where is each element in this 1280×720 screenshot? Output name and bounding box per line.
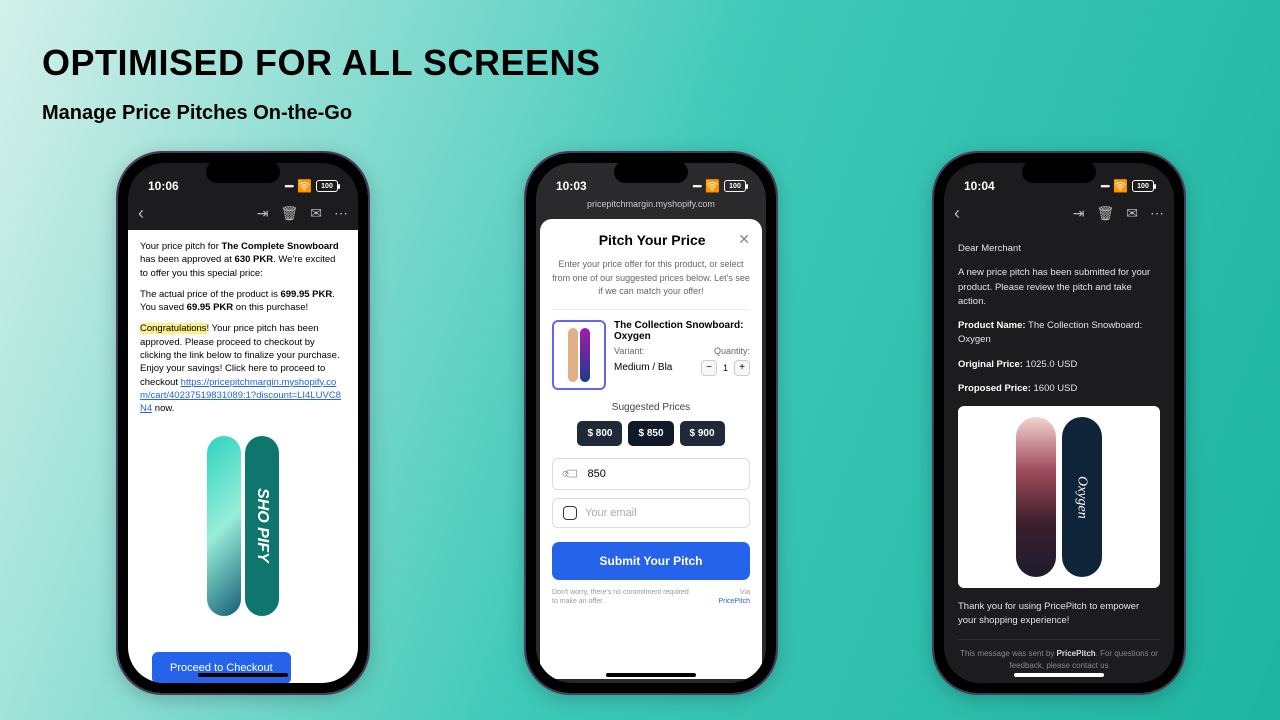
home-indicator[interactable] <box>606 673 696 677</box>
product-title: The Collection Snowboard: Oxygen <box>614 320 750 342</box>
tag-icon: 🏷 <box>560 462 583 485</box>
product-row: The Collection Snowboard: Oxygen Variant… <box>552 309 750 390</box>
snowboard-shopify: SHO PIFY <box>245 436 279 616</box>
archive-icon[interactable]: ⇥ <box>257 205 269 222</box>
phones-row: 10:06 🛜 100 ‹ ⇥ 🗑 ✉ ⋯ Y <box>0 153 1280 693</box>
email-content: Dear Merchant A new price pitch has been… <box>944 230 1174 683</box>
email-content: Your price pitch for The Complete Snowbo… <box>128 230 358 683</box>
dynamic-island <box>1022 161 1096 183</box>
page-subtitle: Manage Price Pitches On-the-Go <box>42 102 1280 125</box>
page-header: OPTIMISED FOR ALL SCREENS Manage Price P… <box>0 0 1280 125</box>
dynamic-island <box>614 161 688 183</box>
home-indicator[interactable] <box>1014 673 1104 677</box>
variant-label: Variant: <box>614 346 644 356</box>
more-icon[interactable]: ⋯ <box>334 205 348 222</box>
battery-icon: 100 <box>316 180 338 192</box>
email-line-3: Congratulations! Your price pitch has be… <box>140 322 346 415</box>
signal-icon <box>692 181 701 191</box>
greeting: Dear Merchant <box>958 242 1160 256</box>
qty-plus-button[interactable]: + <box>734 360 750 376</box>
chip-900[interactable]: $ 900 <box>680 421 725 446</box>
quantity-stepper: − 1 + <box>701 360 750 376</box>
more-icon[interactable]: ⋯ <box>1150 205 1164 222</box>
signal-icon <box>284 181 293 191</box>
back-icon[interactable]: ‹ <box>138 203 144 224</box>
trash-icon[interactable]: 🗑 <box>280 205 298 222</box>
status-time: 10:03 <box>556 179 587 193</box>
product-name-row: Product Name: The Collection Snowboard: … <box>958 319 1160 348</box>
qty-minus-button[interactable]: − <box>701 360 717 376</box>
wifi-icon: 🛜 <box>1113 179 1128 193</box>
chip-850[interactable]: $ 850 <box>628 421 673 446</box>
screen-3: 10:04 🛜 100 ‹ ⇥ 🗑 ✉ ⋯ Dear Merchant A n <box>944 163 1174 683</box>
battery-icon: 100 <box>1132 180 1154 192</box>
variant-value[interactable]: Medium / Bla <box>614 362 672 373</box>
qty-value: 1 <box>723 363 728 373</box>
thumb-board-2 <box>580 328 590 382</box>
signal-icon <box>1100 181 1109 191</box>
dynamic-island <box>206 161 280 183</box>
product-thumb[interactable] <box>552 320 606 390</box>
suggested-chips: $ 800 $ 850 $ 900 <box>552 421 750 446</box>
trash-icon[interactable]: 🗑 <box>1096 205 1114 222</box>
wifi-icon: 🛜 <box>297 179 312 193</box>
status-icons: 🛜 100 <box>692 179 746 193</box>
thumb-board-1 <box>568 328 578 382</box>
mail-toolbar: ‹ ⇥ 🗑 ✉ ⋯ <box>128 197 358 230</box>
back-icon[interactable]: ‹ <box>954 203 960 224</box>
wifi-icon: 🛜 <box>705 179 720 193</box>
price-input-row[interactable]: 🏷 <box>552 458 750 490</box>
home-indicator[interactable] <box>198 673 288 677</box>
thanks: Thank you for using PricePitch to empowe… <box>958 600 1160 629</box>
email-line-2: The actual price of the product is 699.9… <box>140 288 346 315</box>
screen-2: 10:03 🛜 100 pricepitchmargin.myshopify.c… <box>536 163 766 683</box>
price-input[interactable] <box>588 468 739 480</box>
snowboard-oxygen: Oxygen <box>1062 417 1102 577</box>
status-time: 10:04 <box>964 179 995 193</box>
screen-1: 10:06 🛜 100 ‹ ⇥ 🗑 ✉ ⋯ Y <box>128 163 358 683</box>
email-placeholder: Your email <box>585 507 637 519</box>
submit-pitch-button[interactable]: Submit Your Pitch <box>552 542 750 580</box>
status-icons: 🛜 100 <box>284 179 338 193</box>
phone-1: 10:06 🛜 100 ‹ ⇥ 🗑 ✉ ⋯ Y <box>118 153 368 693</box>
modal-footer: Don't worry, there's no commitment requi… <box>552 588 750 606</box>
phone-2: 10:03 🛜 100 pricepitchmargin.myshopify.c… <box>526 153 776 693</box>
mail-toolbar: ‹ ⇥ 🗑 ✉ ⋯ <box>944 197 1174 230</box>
proceed-checkout-button[interactable]: Proceed to Checkout <box>152 652 291 683</box>
snowboard-teal <box>207 436 241 616</box>
snowboard-trees <box>1016 417 1056 577</box>
brand-link[interactable]: PricePitch <box>718 598 750 605</box>
close-icon[interactable]: ✕ <box>738 231 750 248</box>
suggested-label: Suggested Prices <box>552 402 750 413</box>
email-input-row[interactable]: Your email <box>552 498 750 528</box>
url-bar[interactable]: pricepitchmargin.myshopify.com <box>536 197 766 215</box>
reply-icon[interactable]: ✉ <box>310 205 322 222</box>
page-title: OPTIMISED FOR ALL SCREENS <box>42 42 1280 84</box>
chip-800[interactable]: $ 800 <box>577 421 622 446</box>
status-time: 10:06 <box>148 179 179 193</box>
reply-icon[interactable]: ✉ <box>1126 205 1138 222</box>
modal-title: Pitch Your Price <box>566 232 738 248</box>
pitch-modal: Pitch Your Price ✕ Enter your price offe… <box>540 219 762 679</box>
original-price-row: Original Price: 1025.0 USD <box>958 358 1160 372</box>
intro: A new price pitch has been submitted for… <box>958 266 1160 309</box>
product-image: SHO PIFY <box>140 436 346 616</box>
email-checkbox[interactable] <box>563 506 577 520</box>
email-footer: This message was sent by PricePitch. For… <box>958 639 1160 672</box>
status-icons: 🛜 100 <box>1100 179 1154 193</box>
modal-subtitle: Enter your price offer for this product,… <box>552 258 750 299</box>
proposed-price-row: Proposed Price: 1600 USD <box>958 382 1160 396</box>
phone-3: 10:04 🛜 100 ‹ ⇥ 🗑 ✉ ⋯ Dear Merchant A n <box>934 153 1184 693</box>
battery-icon: 100 <box>724 180 746 192</box>
quantity-label: Quantity: <box>714 346 750 356</box>
archive-icon[interactable]: ⇥ <box>1073 205 1085 222</box>
email-line-1: Your price pitch for The Complete Snowbo… <box>140 240 346 280</box>
product-image: Oxygen <box>958 406 1160 588</box>
